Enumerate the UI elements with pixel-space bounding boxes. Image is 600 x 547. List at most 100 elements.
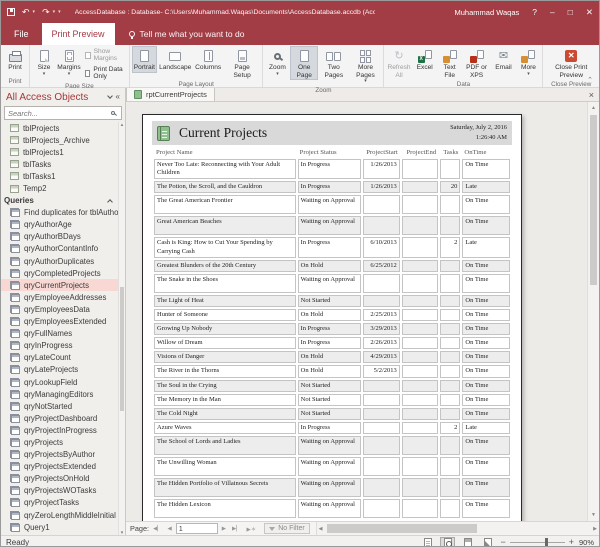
pdf-or-xps-button[interactable]: PDF or XPS [463, 46, 491, 80]
save-icon[interactable] [7, 8, 15, 16]
print-preview-view-button[interactable] [440, 537, 455, 547]
nav-item-qryFullNames[interactable]: qryFullNames [1, 328, 118, 340]
zoom-slider-track[interactable] [510, 542, 565, 543]
margins-button[interactable]: Margins▾ [57, 46, 81, 78]
group-zoom: Zoom▾ One Page Two Pages More Pages▾ Zoo… [263, 45, 384, 87]
nav-item-qryLateCount[interactable]: qryLateCount [1, 352, 118, 364]
undo-dropdown-icon[interactable]: ▾ [33, 9, 36, 15]
print-button[interactable]: Print [3, 46, 27, 73]
redo-dropdown-icon[interactable]: ▾ [53, 9, 56, 15]
nav-item-tblProjects[interactable]: tblProjects [1, 122, 118, 134]
undo-icon[interactable]: ↶ [22, 8, 30, 17]
collapse-group-icon[interactable] [107, 199, 113, 205]
scroll-right-icon[interactable]: ▶ [591, 522, 599, 535]
page-setup-button[interactable]: Page Setup [224, 46, 261, 80]
nav-item-qryProjects[interactable]: qryProjects [1, 436, 118, 448]
scrollbar-thumb[interactable] [590, 115, 597, 285]
nav-item-qryLateProjects[interactable]: qryLateProjects [1, 364, 118, 376]
qat-customize-icon[interactable]: ▾ [58, 9, 61, 15]
search-box[interactable]: Search... [4, 106, 122, 120]
nav-item-tblTasks1[interactable]: tblTasks1 [1, 170, 118, 182]
nav-item-qryProjectsByAuthor[interactable]: qryProjectsByAuthor [1, 449, 118, 461]
tab-print-preview[interactable]: Print Preview [42, 23, 115, 45]
zoom-percentage[interactable]: 90% [579, 538, 594, 547]
print-preview-canvas[interactable]: Current Projects Saturday, July 2, 2016 … [126, 102, 599, 521]
nav-item-qryInProgress[interactable]: qryInProgress [1, 340, 118, 352]
columns-button[interactable]: Columns [194, 46, 223, 73]
scrollbar-thumb[interactable] [327, 524, 477, 533]
one-page-button[interactable]: One Page [290, 46, 318, 80]
nav-item-Query1[interactable]: Query1 [1, 521, 118, 533]
maximize-icon[interactable]: □ [568, 8, 573, 17]
nav-item-qryZeroLengthMiddleInitial[interactable]: qryZeroLengthMiddleInitial [1, 509, 118, 521]
nav-item-qryEmployeesExtended[interactable]: qryEmployeesExtended [1, 316, 118, 328]
close-icon[interactable]: ✕ [586, 8, 593, 17]
two-pages-button[interactable]: Two Pages [319, 46, 349, 80]
nav-item-qryCurrentProjects[interactable]: qryCurrentProjects [1, 279, 118, 291]
zoom-slider[interactable]: − + [500, 538, 574, 547]
nav-item-qryAuthorDuplicates[interactable]: qryAuthorDuplicates [1, 255, 118, 267]
scroll-up-icon[interactable]: ▲ [588, 105, 599, 111]
nav-item-qryProjectTasks[interactable]: qryProjectTasks [1, 497, 118, 509]
nav-item-tblProjects1[interactable]: tblProjects1 [1, 146, 118, 158]
size-button[interactable]: Size▾ [32, 46, 56, 78]
search-icon[interactable] [111, 111, 115, 115]
queries-group-header[interactable]: Queries [1, 195, 118, 207]
zoom-in-icon[interactable]: + [569, 538, 574, 547]
nav-item-qryLookupField[interactable]: qryLookupField [1, 376, 118, 388]
shutter-close-icon[interactable]: « [116, 93, 120, 101]
report-view-button[interactable] [420, 537, 435, 547]
scrollbar-thumb[interactable] [120, 287, 124, 411]
nav-item-qryAuthorBDays[interactable]: qryAuthorBDays [1, 231, 118, 243]
nav-item-qryProjectDashboard[interactable]: qryProjectDashboard [1, 412, 118, 424]
nav-item-tblTasks[interactable]: tblTasks [1, 158, 118, 170]
nav-item-qryManagingEditors[interactable]: qryManagingEditors [1, 388, 118, 400]
landscape-button[interactable]: Landscape [158, 46, 193, 73]
nav-item-qryEmployeesData[interactable]: qryEmployeesData [1, 303, 118, 315]
scroll-down-icon[interactable]: ▼ [120, 530, 124, 535]
nav-item-qryEmployeeAddresses[interactable]: qryEmployeeAddresses [1, 291, 118, 303]
zoom-button[interactable]: Zoom▾ [265, 46, 289, 78]
email-button[interactable]: ✉ Email [491, 46, 515, 73]
minimize-icon[interactable]: – [550, 8, 555, 17]
nav-item-qryAuthorAge[interactable]: qryAuthorAge [1, 219, 118, 231]
scroll-down-icon[interactable]: ▼ [588, 512, 599, 518]
layout-view-button[interactable] [460, 537, 475, 547]
nav-item-qryCompletedProjects[interactable]: qryCompletedProjects [1, 267, 118, 279]
tell-me-box[interactable]: Tell me what you want to do [129, 23, 245, 45]
nav-item-Temp2[interactable]: Temp2 [1, 182, 118, 194]
portrait-icon [140, 50, 149, 62]
redo-icon[interactable]: ↷ [42, 8, 50, 17]
tab-file[interactable]: File [1, 23, 42, 45]
excel-button[interactable]: X Excel [413, 46, 437, 73]
portrait-button[interactable]: Portrait [132, 46, 157, 73]
more-pages-button[interactable]: More Pages▾ [350, 46, 382, 86]
text-file-button[interactable]: Text File [438, 46, 462, 80]
nav-item-qryProjectsWOTasks[interactable]: qryProjectsWOTasks [1, 485, 118, 497]
scroll-left-icon[interactable]: ◀ [317, 522, 325, 535]
more-button[interactable]: More▾ [516, 46, 540, 78]
nav-item-qryAuthorContantInfo[interactable]: qryAuthorContantInfo [1, 243, 118, 255]
print-data-only-checkbox[interactable]: Print Data Only [85, 66, 124, 80]
zoom-slider-thumb[interactable] [545, 538, 548, 547]
nav-item-qryNotStarted[interactable]: qryNotStarted [1, 400, 118, 412]
design-view-button[interactable] [480, 537, 495, 547]
help-icon[interactable]: ? [532, 8, 537, 17]
page-number-input[interactable]: 1 [176, 523, 218, 534]
vertical-scrollbar[interactable]: ▲ ▼ [587, 102, 599, 521]
nav-item-Find duplicates for tblAuthors[interactable]: Find duplicates for tblAuthors [1, 207, 118, 219]
nav-item-qryProjectInProgress[interactable]: qryProjectInProgress [1, 424, 118, 436]
scroll-up-icon[interactable]: ▲ [120, 122, 124, 127]
show-margins-checkbox[interactable]: Show Margins [85, 48, 124, 62]
search-input[interactable]: Search... [8, 109, 111, 118]
navpane-scrollbar[interactable]: ▲ ▼ [118, 122, 125, 535]
horizontal-scrollbar[interactable]: ◀ ▶ [316, 522, 599, 535]
navpane-menu-icon[interactable] [107, 93, 113, 99]
ribbon-collapse-icon[interactable]: ⌃ [587, 76, 593, 84]
no-filter-button[interactable]: No Filter [264, 523, 309, 534]
user-name[interactable]: Muhammad Waqas [455, 8, 520, 17]
nav-item-qryProjectsExtended[interactable]: qryProjectsExtended [1, 461, 118, 473]
nav-item-tblProjects_Archive[interactable]: tblProjects_Archive [1, 134, 118, 146]
nav-item-qryProjectsOnHold[interactable]: qryProjectsOnHold [1, 473, 118, 485]
zoom-out-icon[interactable]: − [500, 538, 505, 547]
